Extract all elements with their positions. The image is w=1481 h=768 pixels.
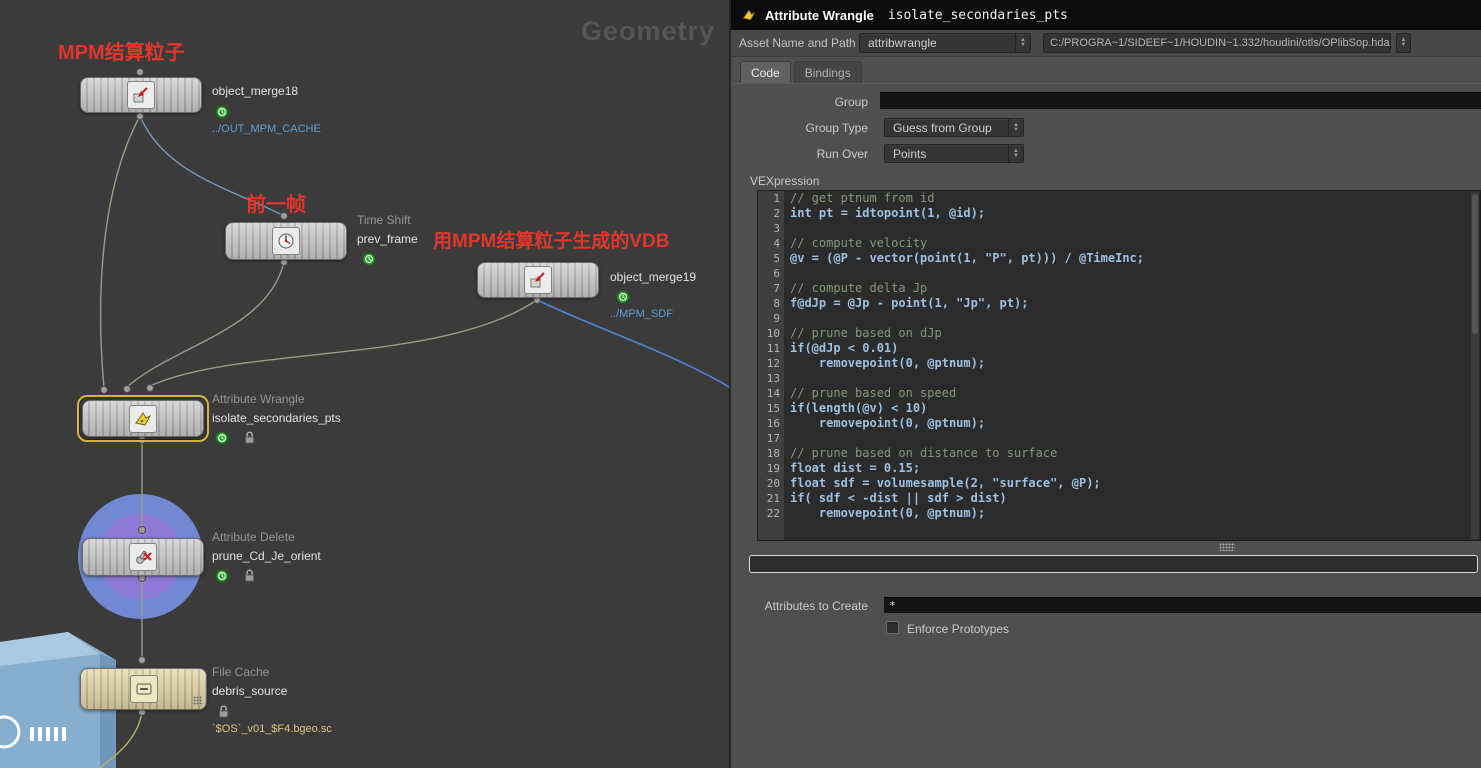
spinner-arrows-icon[interactable]: ▲ ▼: [1008, 119, 1023, 136]
vex-code-editor[interactable]: 1// get ptnum from id 2 int pt = idtopoint…: [757, 190, 1481, 541]
node-type-label: Attribute Wrangle: [212, 392, 305, 406]
enforce-prototypes-checkbox[interactable]: [886, 621, 899, 634]
lock-badge[interactable]: [217, 704, 230, 719]
asset-path-field[interactable]: C:/PROGRA~1/SIDEEF~1/HOUDIN~1.332/houdin…: [1043, 33, 1391, 53]
asset-name-label: Asset Name and Path: [739, 36, 856, 50]
attrib-wrangle-icon: [129, 404, 157, 433]
spinner-arrows-icon[interactable]: ▲ ▼: [1008, 145, 1023, 162]
node-object-merge19[interactable]: [477, 262, 599, 298]
annotation-vdb: 用MPM结算粒子生成的VDB: [433, 231, 670, 252]
attributes-to-create-label: Attributes to Create: [764, 599, 868, 613]
run-over-value: Points: [893, 146, 927, 161]
connector-dot[interactable]: [146, 384, 154, 392]
node-type-label: Attribute Delete: [212, 530, 295, 544]
run-over-dropdown[interactable]: Points ▲ ▼: [884, 144, 1024, 163]
node-name-label: object_merge18: [212, 84, 299, 98]
node-reference-label: ../MPM_SDF: [610, 308, 673, 320]
time-dependent-badge[interactable]: [215, 569, 229, 583]
tab-bindings[interactable]: Bindings: [793, 61, 862, 83]
houdini-window: Geometry MPM结算粒子 前一帧 用MPM结算粒子生成的VDB obje…: [0, 0, 1481, 768]
editor-resize-grip[interactable]: [1219, 543, 1235, 551]
node-reference-label: ../OUT_MPM_CACHE: [212, 123, 321, 135]
node-name-label: object_merge19: [610, 270, 697, 284]
group-type-label: Group Type: [805, 121, 868, 135]
attributes-to-create-input[interactable]: *: [884, 597, 1481, 613]
annotation-mpm-particles: MPM结算粒子: [58, 42, 185, 64]
vex-code-lines: 1// get ptnum from id 2 int pt = idtopoint…: [766, 191, 1145, 520]
connector-dot[interactable]: [100, 386, 108, 394]
file-cache-icon: [129, 675, 158, 703]
lock-badge[interactable]: [243, 430, 256, 445]
asset-type-value: attribwrangle: [868, 36, 937, 50]
attrib-wrangle-icon: [742, 9, 756, 21]
vexpression-label: VEXpression: [750, 174, 820, 188]
node-type-label: Time Shift: [357, 213, 411, 227]
lock-badge[interactable]: [243, 568, 256, 583]
time-dependent-badge[interactable]: [215, 105, 229, 119]
connector-dot[interactable]: [138, 526, 146, 534]
node-name-label: prune_Cd_Je_orient: [212, 549, 321, 563]
run-over-label: Run Over: [816, 147, 868, 161]
snippet-oneline-field[interactable]: [749, 555, 1478, 573]
node-prev-frame[interactable]: [225, 222, 347, 260]
network-editor-pane[interactable]: Geometry MPM结算粒子 前一帧 用MPM结算粒子生成的VDB obje…: [0, 0, 731, 768]
node-filepath-label: `$OS`_v01_$F4.bgeo.sc: [212, 723, 332, 735]
attrib-delete-icon: [129, 543, 157, 571]
timeshift-clock-icon: [272, 227, 300, 255]
time-dependent-badge[interactable]: [362, 252, 376, 266]
node-debris-source[interactable]: [80, 668, 207, 710]
connector-dot[interactable]: [136, 112, 144, 120]
connector-dot[interactable]: [138, 656, 146, 664]
node-wires: [99, 68, 731, 768]
wire-cache-to-offscreen[interactable]: [99, 711, 143, 768]
enforce-prototypes-label: Enforce Prototypes: [907, 622, 1010, 636]
spinner-arrows-icon[interactable]: ▲ ▼: [1015, 34, 1030, 52]
editor-scrollbar[interactable]: [1471, 192, 1479, 539]
node-name-label: debris_source: [212, 684, 288, 698]
wire-merge19-to-wrangle[interactable]: [149, 299, 538, 387]
node-isolate-secondaries[interactable]: [82, 400, 204, 437]
node-name-label: isolate_secondaries_pts: [212, 411, 341, 425]
wire-timeshift-to-wrangle[interactable]: [126, 261, 285, 388]
group-label: Group: [834, 95, 868, 109]
parm-grid-indicator: [193, 696, 202, 705]
node-type-title: Attribute Wrangle: [765, 7, 874, 23]
asset-type-dropdown[interactable]: attribwrangle ▲ ▼: [859, 33, 1031, 53]
parameter-pane: Attribute Wrangle isolate_secondaries_pt…: [731, 0, 1481, 768]
object-merge-icon: [127, 81, 155, 109]
connector-dot[interactable]: [136, 68, 144, 76]
group-type-dropdown[interactable]: Guess from Group ▲ ▼: [884, 118, 1024, 137]
node-name-field[interactable]: isolate_secondaries_pts: [888, 8, 1068, 23]
tab-code[interactable]: Code: [740, 61, 791, 83]
asset-path-value: C:/PROGRA~1/SIDEEF~1/HOUDIN~1.332/houdin…: [1050, 37, 1390, 49]
group-input[interactable]: [880, 92, 1481, 109]
connector-dot[interactable]: [123, 385, 131, 393]
parameter-tabs: Code Bindings: [731, 61, 1481, 84]
node-type-label: File Cache: [212, 665, 270, 679]
node-name-label: prev_frame: [357, 232, 418, 246]
time-dependent-badge[interactable]: [215, 431, 229, 445]
object-merge-icon: [524, 266, 552, 294]
node-object-merge18[interactable]: [80, 77, 202, 113]
group-type-value: Guess from Group: [893, 120, 992, 135]
annotation-prev-frame: 前一帧: [246, 194, 306, 216]
asset-path-spinner[interactable]: ▲ ▼: [1396, 33, 1411, 53]
node-prune-cd-je-orient[interactable]: [82, 538, 204, 576]
asset-name-row: Asset Name and Path attribwrangle ▲ ▼ C:/…: [731, 30, 1481, 57]
wire-merge18-to-wrangle[interactable]: [99, 115, 141, 389]
time-dependent-badge[interactable]: [616, 290, 630, 304]
parameter-header: Attribute Wrangle isolate_secondaries_pt…: [731, 0, 1481, 30]
scrollbar-thumb[interactable]: [1472, 194, 1478, 334]
